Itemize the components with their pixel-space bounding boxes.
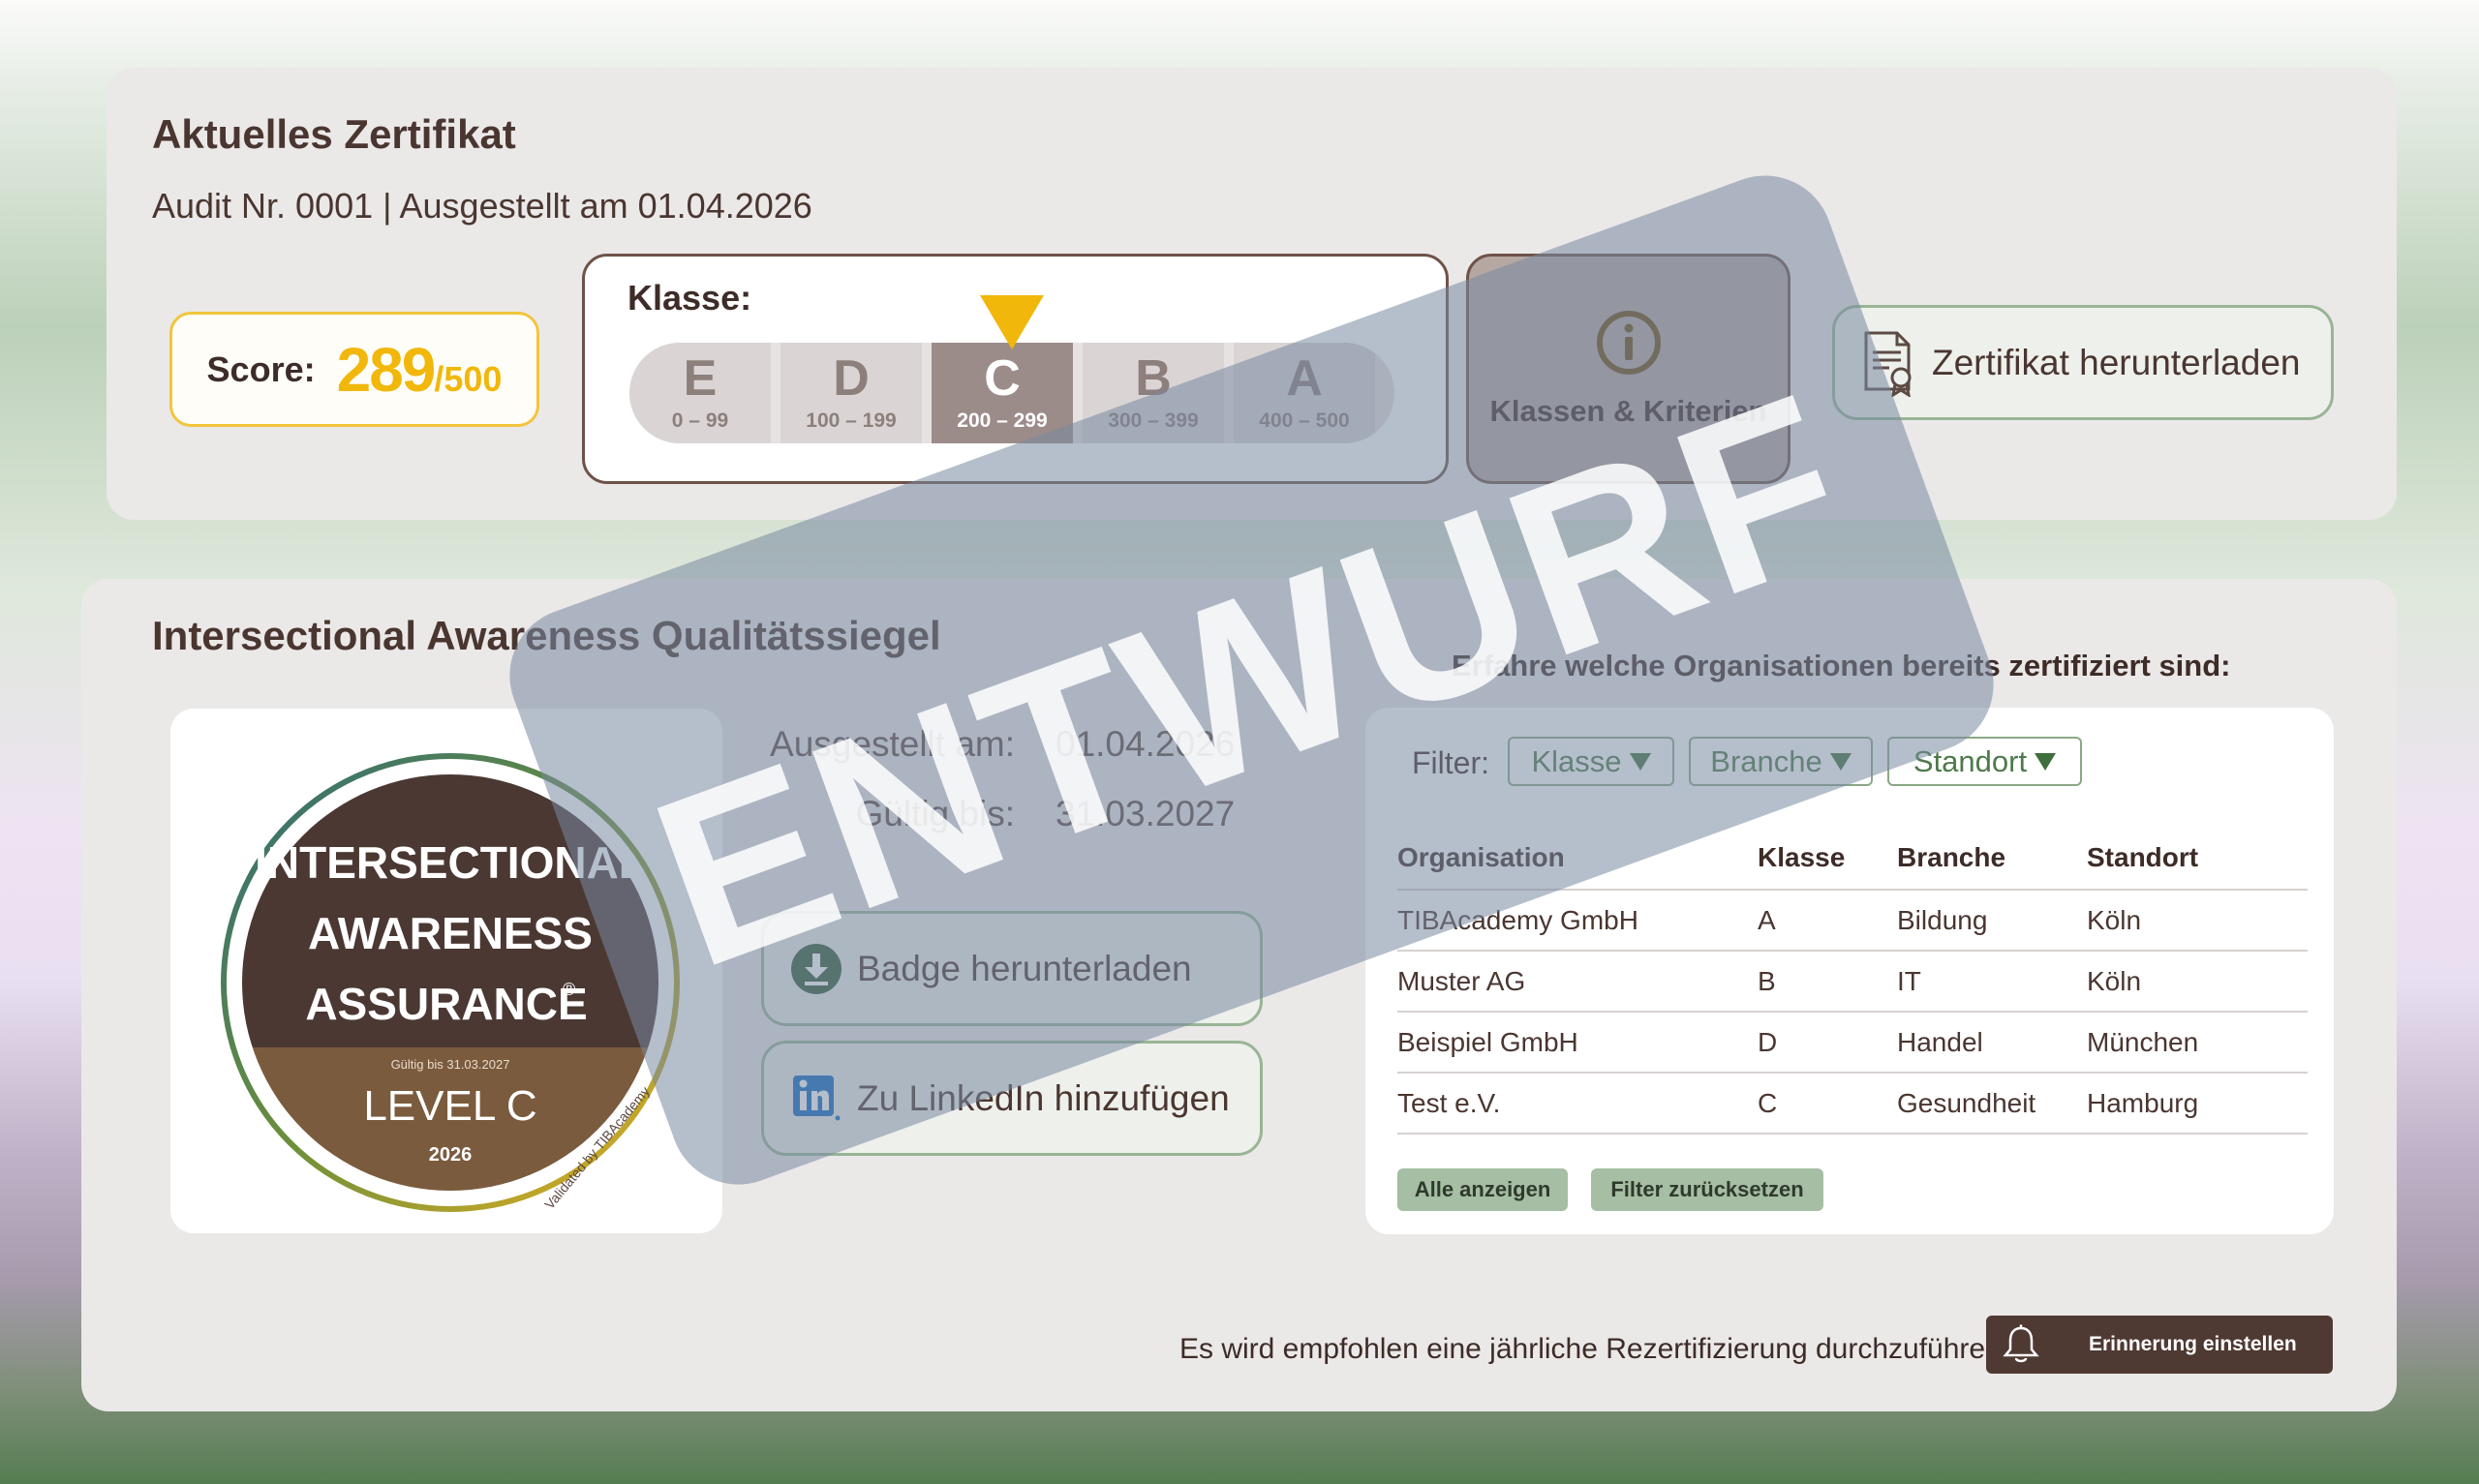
badge-line1: INTERSECTIONAL	[255, 837, 646, 888]
score-max: /500	[434, 358, 503, 399]
filter-class-label: Klasse	[1531, 743, 1622, 778]
classes-criteria-button[interactable]: Klassen & Kriterien	[1466, 254, 1790, 484]
class-a: A 400 – 500	[1234, 343, 1375, 443]
table-cell: Muster AG	[1397, 951, 1758, 1013]
badge-level: LEVEL C	[363, 1082, 536, 1130]
bell-icon	[2003, 1324, 2039, 1363]
class-letter: A	[1286, 350, 1323, 407]
class-letter: C	[984, 350, 1021, 407]
download-icon	[791, 943, 842, 994]
classes-criteria-label: Klassen & Kriterien	[1489, 394, 1767, 428]
score-value-wrap: 289/500	[337, 334, 503, 406]
assurance-badge: INTERSECTIONAL AWARENESS ASSURANCE ® Gül…	[221, 753, 680, 1212]
class-letter: D	[833, 350, 870, 407]
table-cell: Köln	[2087, 890, 2308, 952]
table-cell: A	[1758, 890, 1897, 952]
table-row: Muster AG B IT Köln	[1397, 951, 2308, 1013]
table-cell: B	[1758, 951, 1897, 1013]
class-range: 400 – 500	[1259, 409, 1350, 432]
table-cell: Bildung	[1897, 890, 2087, 952]
column-header: Standort	[2087, 826, 2308, 891]
set-reminder-label: Erinnerung einstellen	[2089, 1333, 2297, 1355]
download-certificate-label: Zertifikat herunterladen	[1932, 342, 2301, 382]
class-d: D 100 – 199	[780, 343, 922, 443]
organizations-table: Organisation Klasse Branche Standort TIB…	[1397, 826, 2308, 1135]
certificate-title: Aktuelles Zertifikat	[152, 111, 516, 157]
badge-line3: ASSURANCE	[305, 979, 587, 1029]
seal-badge-card: INTERSECTIONAL AWARENESS ASSURANCE ® Gül…	[170, 709, 722, 1233]
filter-industry-label: Branche	[1710, 743, 1822, 778]
filter-class-dropdown[interactable]: Klasse	[1508, 737, 1674, 786]
chevron-down-icon	[2035, 752, 2057, 771]
table-cell: C	[1758, 1073, 1897, 1135]
recertification-note: Es wird empfohlen eine jährliche Rezerti…	[1179, 1333, 2010, 1365]
score-label: Score:	[206, 348, 316, 389]
linkedin-icon	[793, 1075, 841, 1120]
badge-year: 2026	[429, 1144, 473, 1166]
class-range: 100 – 199	[806, 409, 897, 432]
column-header: Organisation	[1397, 826, 1758, 891]
add-linkedin-button[interactable]: Zu LinkedIn hinzufügen	[761, 1041, 1263, 1156]
table-row: Test e.V. C Gesundheit Hamburg	[1397, 1073, 2308, 1135]
table-cell: Test e.V.	[1397, 1073, 1758, 1135]
class-scale: E0 – 99 D 100 – 199 C 200 – 299 B 300 – 399…	[629, 343, 1394, 443]
issued-label: Ausgestellt am:	[770, 724, 1015, 764]
filter-location-label: Standort	[1913, 743, 2028, 778]
set-reminder-button[interactable]: Erinnerung einstellen	[1986, 1316, 2333, 1374]
reset-filter-button[interactable]: Filter zurücksetzen	[1591, 1168, 1823, 1211]
table-cell: Köln	[2087, 951, 2308, 1013]
show-all-button[interactable]: Alle anzeigen	[1397, 1168, 1568, 1211]
chevron-down-icon	[1629, 752, 1651, 771]
class-b: B 300 – 399	[1083, 343, 1224, 443]
class-label: Klasse:	[627, 278, 752, 318]
badge-valid-small: Gültig bis 31.03.2027	[391, 1057, 510, 1072]
table-cell: Gesundheit	[1897, 1073, 2087, 1135]
score-box: Score: 289/500	[169, 312, 539, 427]
download-badge-label: Badge herunterladen	[857, 948, 1192, 988]
table-row: TIBAcademy GmbH A Bildung Köln	[1397, 890, 2308, 952]
certificate-icon	[1864, 331, 1912, 397]
table-cell: Beispiel GmbH	[1397, 1012, 1758, 1074]
current-class-marker-icon	[980, 295, 1044, 349]
column-header: Klasse	[1758, 826, 1897, 891]
table-cell: Handel	[1897, 1012, 2087, 1074]
valid-label: Gültig bis:	[855, 794, 1015, 833]
table-header-row: Organisation Klasse Branche Standort	[1397, 826, 2308, 891]
table-row: Beispiel GmbH D Handel München	[1397, 1012, 2308, 1074]
class-letter: E	[683, 350, 718, 407]
add-linkedin-label: Zu LinkedIn hinzufügen	[857, 1077, 1230, 1118]
badge-line2: AWARENESS	[308, 908, 593, 958]
filter-label: Filter:	[1412, 745, 1489, 780]
table-cell: IT	[1897, 951, 2087, 1013]
badge-registered: ®	[563, 980, 575, 999]
table-cell: Hamburg	[2087, 1073, 2308, 1135]
info-icon	[1596, 311, 1661, 375]
filter-location-dropdown[interactable]: Standort	[1887, 737, 2082, 786]
class-range: 200 – 299	[957, 409, 1048, 432]
class-e: E0 – 99	[629, 343, 771, 443]
filter-industry-dropdown[interactable]: Branche	[1689, 737, 1873, 786]
issued-value: 01.04.2026	[1056, 724, 1236, 764]
column-header: Branche	[1897, 826, 2087, 891]
chevron-down-icon	[1829, 752, 1852, 771]
table-cell: TIBAcademy GmbH	[1397, 890, 1758, 952]
download-certificate-button[interactable]: Zertifikat herunterladen	[1832, 305, 2334, 420]
download-badge-button[interactable]: Badge herunterladen	[761, 911, 1263, 1026]
class-range: 0 – 99	[671, 409, 729, 432]
class-range: 300 – 399	[1108, 409, 1199, 432]
seal-title: Intersectional Awareness Qualitätssiegel	[152, 613, 941, 658]
class-letter: B	[1135, 350, 1172, 407]
score-value: 289	[336, 334, 437, 405]
table-cell: D	[1758, 1012, 1897, 1074]
table-cell: München	[2087, 1012, 2308, 1074]
valid-value: 31.03.2027	[1056, 794, 1236, 833]
audit-info: Audit Nr. 0001 | Ausgestellt am 01.04.20…	[152, 186, 812, 226]
class-c-active: C 200 – 299	[932, 343, 1073, 443]
organizations-heading: Erfahre welche Organisationen bereits ze…	[1452, 649, 2231, 682]
